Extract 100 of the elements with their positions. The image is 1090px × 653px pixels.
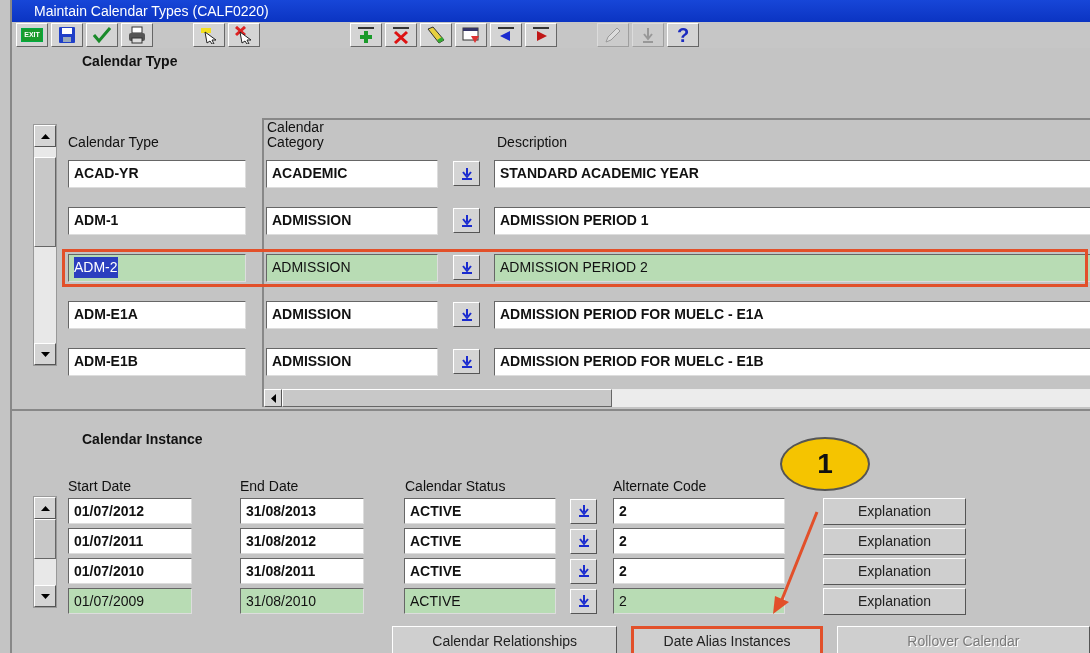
checkmark-icon [93,26,111,44]
scroll-down-button[interactable] [34,585,56,607]
plus-icon [357,26,375,44]
insert-button[interactable] [350,23,382,47]
triangle-left-icon [497,26,515,44]
input-field[interactable]: 2 [613,528,785,554]
input-field[interactable]: ADMISSION PERIOD FOR MUELC - E1A [494,300,1090,329]
input-field[interactable]: 2 [613,588,785,614]
explanation-button[interactable]: Explanation [823,527,966,555]
scroll-thumb[interactable] [34,157,56,247]
dropdown-button[interactable] [453,349,480,374]
action-button[interactable]: Calendar Relationships [392,626,618,653]
arrow-up-icon [40,133,50,139]
previous-button[interactable] [490,23,522,47]
arrow-down-icon [461,167,472,180]
scroll-left-button[interactable] [264,389,282,407]
scroll-down-button[interactable] [34,343,56,365]
scroll-up-button[interactable] [34,125,56,147]
input-field[interactable]: 31/08/2010 [240,588,364,614]
input-field[interactable]: ADM-2 [68,253,246,282]
eraser-icon [427,26,445,44]
column-header: End Date [240,477,300,494]
enter-query-button[interactable] [193,23,225,47]
input-field[interactable]: ACTIVE [404,558,556,584]
window-icon [462,26,480,44]
input-field[interactable]: 31/08/2013 [240,498,364,524]
print-button[interactable] [121,23,153,47]
column-header: Calendar Type [68,133,160,150]
input-field[interactable]: 01/07/2011 [68,528,192,554]
input-field[interactable]: 01/07/2010 [68,558,192,584]
scrollbar[interactable] [33,124,57,366]
printer-icon [128,26,146,44]
input-field[interactable]: 31/08/2012 [240,528,364,554]
input-field[interactable]: 31/08/2011 [240,558,364,584]
scroll-thumb[interactable] [34,519,56,559]
input-field[interactable]: ACTIVE [404,528,556,554]
input-field[interactable]: 01/07/2009 [68,588,192,614]
input-field[interactable]: ADMISSION PERIOD FOR MUELC - E1B [494,347,1090,376]
arrow-up-icon [40,505,50,511]
dropdown-button[interactable] [570,498,597,524]
arrow-down-icon [461,308,472,321]
input-field[interactable]: ADMISSION [266,300,438,329]
column-header: Description [497,133,568,150]
column-header: Calendar Category [267,120,325,150]
input-field[interactable]: ADMISSION PERIOD 1 [494,206,1090,235]
input-field[interactable]: 2 [613,498,785,524]
input-field[interactable]: ADMISSION [266,347,438,376]
duplicate-button[interactable] [455,23,487,47]
input-field[interactable]: ADMISSION PERIOD 2 [494,253,1090,282]
input-field[interactable]: ADMISSION [266,206,438,235]
section-title: Calendar Type [81,52,179,71]
help-button[interactable]: ? [667,23,699,47]
scroll-thumb[interactable] [282,389,612,407]
cursor-cross-icon [235,26,253,44]
floppy-icon [58,26,76,44]
input-field[interactable]: ADMISSION [266,253,438,282]
arrow-down-icon [578,565,589,577]
accept-button[interactable] [86,23,118,47]
cursor-icon [200,26,218,44]
dropdown-button[interactable] [453,208,480,233]
input-field[interactable]: ACTIVE [404,498,556,524]
scroll-up-button[interactable] [34,497,56,519]
cancel-query-button[interactable] [228,23,260,47]
window-title: Maintain Calendar Types (CALF0220) [12,0,1090,22]
dropdown-button[interactable] [453,161,480,186]
dropdown-button[interactable] [453,255,480,280]
input-field[interactable]: ADM-E1A [68,300,246,329]
arrow-down-icon [578,505,589,517]
scrollbar[interactable] [264,389,1090,407]
save-button[interactable] [51,23,83,47]
arrow-down-icon [40,593,50,599]
explanation-button[interactable]: Explanation [823,557,966,585]
next-button[interactable] [525,23,557,47]
clear-button[interactable] [420,23,452,47]
input-field[interactable]: STANDARD ACADEMIC YEAR [494,159,1090,188]
input-field[interactable]: ADM-1 [68,206,246,235]
explanation-button[interactable]: Explanation [823,587,966,615]
arrow-down-icon [461,261,472,274]
input-field[interactable]: ADM-E1B [68,347,246,376]
arrow-left-icon [270,393,276,403]
input-field[interactable]: 01/07/2012 [68,498,192,524]
dropdown-button[interactable] [570,588,597,614]
dropdown-button[interactable] [453,302,480,327]
triangle-right-icon [532,26,550,44]
dropdown-button[interactable] [570,528,597,554]
section-title: Calendar Instance [81,430,204,449]
explanation-button[interactable]: Explanation [823,497,966,525]
dropdown-button[interactable] [570,558,597,584]
arrow-down-icon [578,535,589,547]
arrow-down-icon [461,214,472,227]
column-header: Start Date [68,477,133,494]
input-field[interactable]: 2 [613,558,785,584]
input-field[interactable]: ACTIVE [404,588,556,614]
action-button[interactable]: Date Alias Instances [631,626,823,653]
delete-button[interactable] [385,23,417,47]
input-field[interactable]: ACADEMIC [266,159,438,188]
scrollbar[interactable] [33,496,57,608]
input-field[interactable]: ACAD-YR [68,159,246,188]
column-header: Alternate Code [613,477,708,494]
cross-icon [392,26,410,44]
